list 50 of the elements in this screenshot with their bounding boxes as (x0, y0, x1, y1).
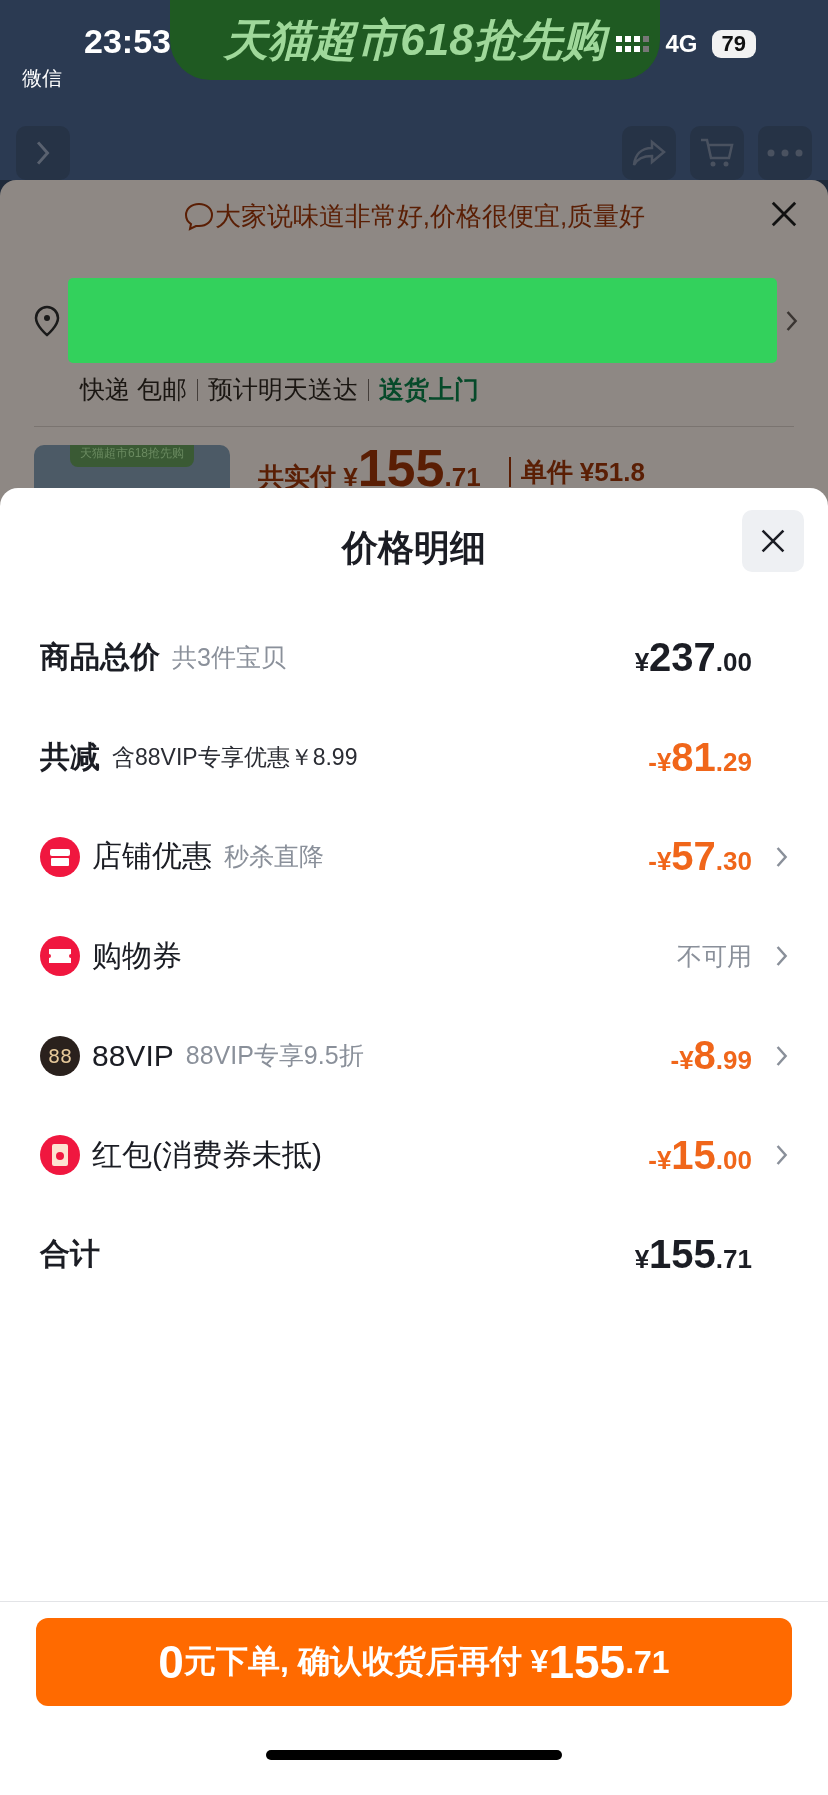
row-label[interactable]: 购物券 (92, 935, 182, 977)
close-button[interactable] (742, 510, 804, 572)
promo-banner: 天猫超市618抢先购 (170, 0, 660, 80)
battery-level: 79 (711, 30, 756, 58)
more-button[interactable] (758, 126, 812, 180)
row-label[interactable]: 88VIP (92, 1038, 174, 1073)
store-icon (40, 836, 80, 877)
row-amount: ¥237.00 (634, 635, 752, 681)
cart-button[interactable] (690, 126, 744, 180)
close-icon (770, 200, 798, 228)
vip-badge-icon: 88 (40, 1035, 80, 1076)
row-note: 秒杀直降 (224, 841, 324, 873)
back-button[interactable] (16, 126, 70, 180)
row-amount: -¥81.29 (648, 734, 752, 780)
sheet-title: 价格明细 (342, 525, 486, 570)
chevron-right-icon (774, 945, 788, 968)
row-label: 商品总价 (40, 639, 160, 676)
chevron-right-icon (35, 140, 51, 166)
row-amount: -¥57.30 (648, 834, 752, 880)
network-type: 4G (665, 30, 698, 58)
share-icon (632, 139, 666, 167)
back-to-app-link[interactable]: 微信 (22, 65, 171, 92)
row-label: 合计 (40, 1236, 100, 1273)
chevron-right-icon (774, 1044, 788, 1067)
cart-icon (699, 137, 735, 169)
delivery-info: 送货上门 (378, 374, 479, 405)
delivery-info: 预计明天送达 (207, 374, 358, 405)
more-icon (767, 149, 803, 157)
total-amount: ¥155.71 (634, 1232, 752, 1278)
status-time: 23:53 (84, 22, 171, 61)
row-note: 共3件宝贝 (172, 642, 286, 674)
ticket-icon (40, 936, 80, 977)
chevron-right-icon (774, 1144, 788, 1167)
row-amount: -¥8.99 (670, 1033, 752, 1079)
chat-bubble-icon (182, 201, 215, 231)
envelope-icon (40, 1135, 80, 1176)
close-icon (760, 528, 786, 554)
row-note: 含88VIP专享优惠￥8.99 (112, 742, 358, 772)
row-amount: -¥15.00 (648, 1132, 752, 1178)
row-note: 88VIP专享9.5折 (185, 1040, 364, 1072)
delivery-info: 快递 包邮 (80, 374, 187, 405)
share-button[interactable] (622, 126, 676, 180)
chevron-right-icon (774, 845, 788, 868)
location-pin-icon (34, 304, 60, 337)
row-label[interactable]: 店铺优惠 (92, 836, 212, 878)
row-status: 不可用 (677, 940, 752, 972)
row-label[interactable]: 红包(消费券未抵) (92, 1134, 322, 1176)
review-hint: 大家说味道非常好,价格很便宜,质量好 (214, 199, 646, 233)
row-label: 共减 (40, 738, 100, 775)
chevron-right-icon (784, 309, 798, 332)
